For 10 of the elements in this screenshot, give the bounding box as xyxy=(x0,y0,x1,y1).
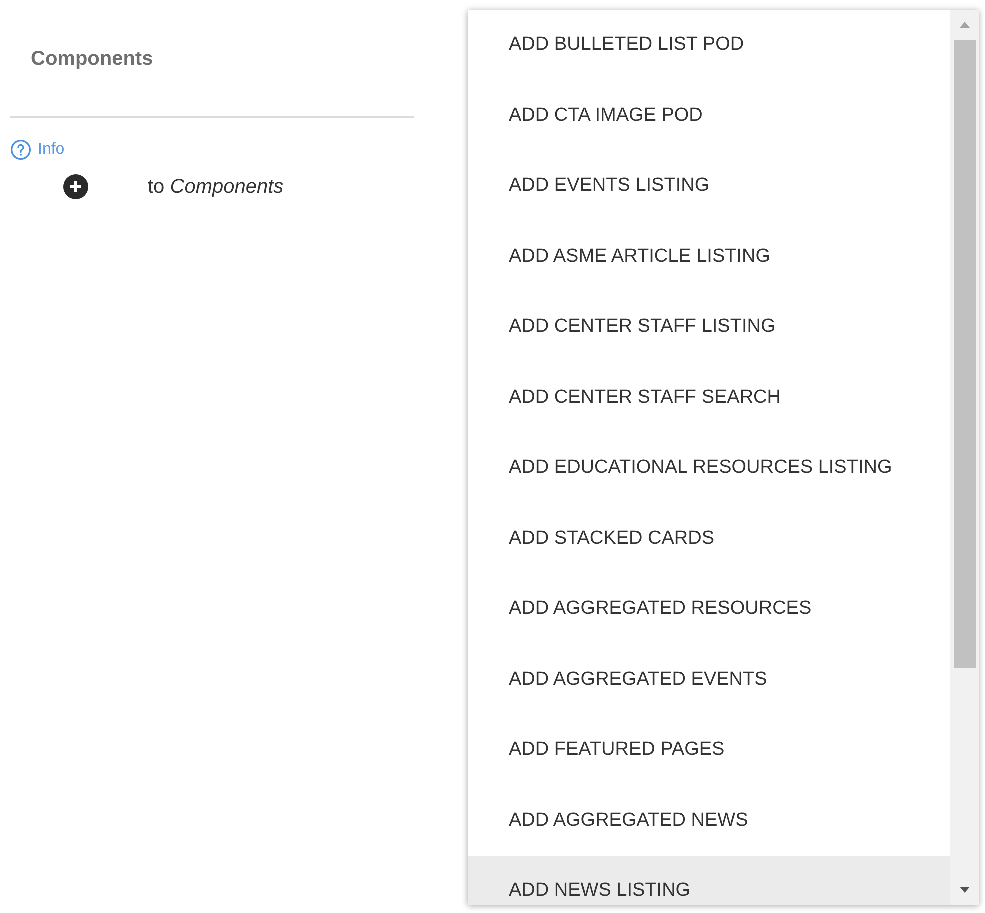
scroll-up-icon[interactable] xyxy=(958,21,970,29)
menu-item[interactable]: ADD NEWS LISTING xyxy=(468,856,950,905)
help-icon xyxy=(10,139,32,161)
scrollbar[interactable] xyxy=(950,10,979,905)
panel-title: Components xyxy=(31,47,154,72)
add-hint: to Components xyxy=(148,175,284,200)
menu-item[interactable]: ADD BULLETED LIST POD xyxy=(468,10,950,80)
scrollbar-thumb[interactable] xyxy=(954,40,976,668)
scroll-down-icon[interactable] xyxy=(958,886,970,894)
add-icon[interactable] xyxy=(63,174,89,200)
